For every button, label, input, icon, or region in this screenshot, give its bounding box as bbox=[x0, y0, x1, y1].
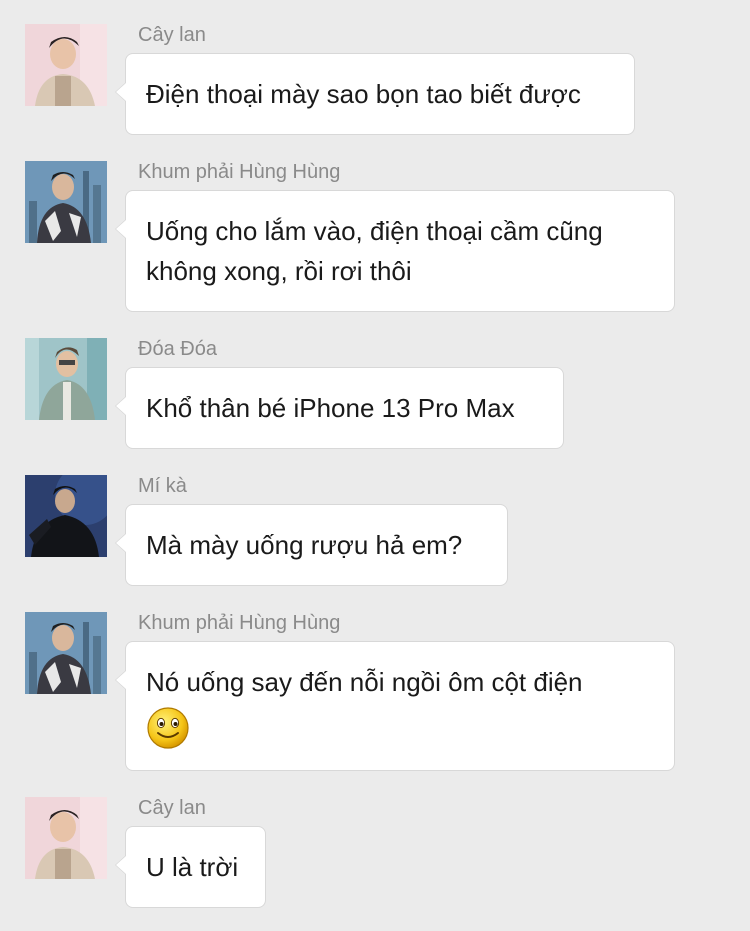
avatar[interactable] bbox=[25, 24, 107, 106]
message-bubble[interactable]: Nó uống say đến nỗi ngồi ôm cột điện bbox=[115, 641, 675, 771]
avatar[interactable] bbox=[25, 612, 107, 694]
message-bubble[interactable]: Khổ thân bé iPhone 13 Pro Max bbox=[115, 367, 564, 449]
sender-name: Mí kà bbox=[138, 475, 187, 497]
sender-name: Cây lan bbox=[138, 24, 206, 46]
message-bubble[interactable]: Mà mày uống rượu hả em? bbox=[115, 504, 508, 586]
message-text: U là trời bbox=[146, 852, 239, 882]
sender-name: Đóa Đóa bbox=[138, 338, 217, 360]
message-text-line: Uống cho lắm vào, điện thoại cầm cũng bbox=[146, 216, 603, 246]
message-bubble[interactable]: Uống cho lắm vào, điện thoại cầm cũng kh… bbox=[115, 190, 675, 312]
avatar[interactable] bbox=[25, 797, 107, 879]
message-text: Khổ thân bé iPhone 13 Pro Max bbox=[146, 393, 515, 423]
smiley-icon bbox=[146, 706, 190, 761]
sender-name: Khum phải Hùng Hùng bbox=[138, 612, 341, 634]
message-bubble[interactable]: Điện thoại mày sao bọn tao biết được bbox=[115, 53, 635, 135]
avatar[interactable] bbox=[25, 161, 107, 243]
sender-name: Khum phải Hùng Hùng bbox=[138, 161, 341, 183]
avatar[interactable] bbox=[25, 338, 107, 420]
sender-name: Cây lan bbox=[138, 797, 206, 819]
avatar[interactable] bbox=[25, 475, 107, 557]
message-bubble[interactable]: U là trời bbox=[115, 826, 266, 908]
message-text: Điện thoại mày sao bọn tao biết được bbox=[146, 79, 581, 109]
message-text: Mà mày uống rượu hả em? bbox=[146, 530, 463, 560]
message-text-line: không xong, rồi rơi thôi bbox=[146, 256, 412, 286]
message-text: Nó uống say đến nỗi ngồi ôm cột điện bbox=[146, 667, 583, 697]
